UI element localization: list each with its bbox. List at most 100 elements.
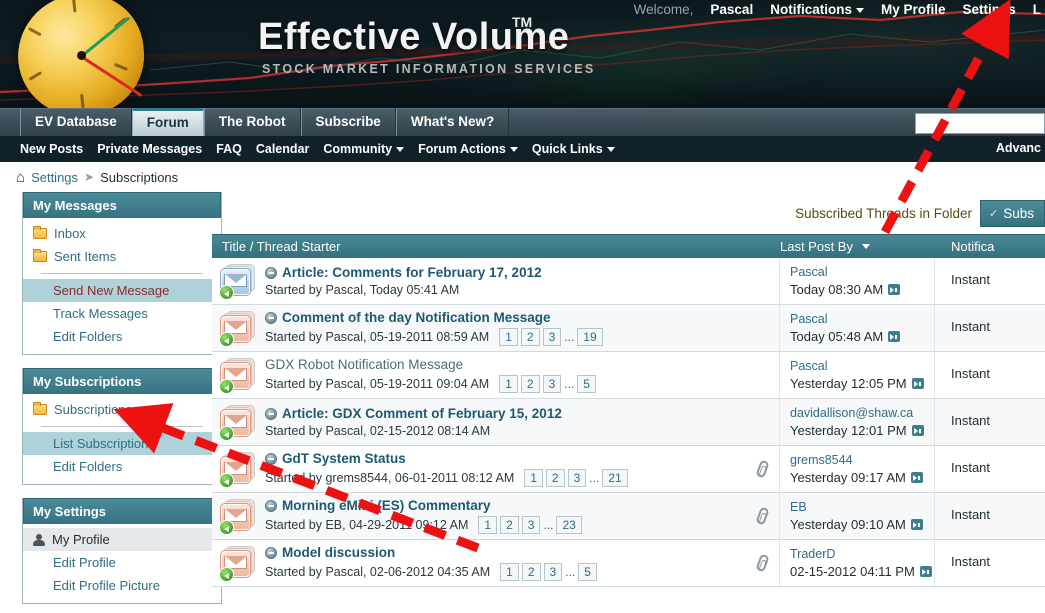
subnav-new-posts[interactable]: New Posts <box>20 142 83 156</box>
page-link[interactable]: 1 <box>499 375 518 393</box>
home-icon[interactable]: ⌂ <box>16 169 25 186</box>
page-link[interactable]: 5 <box>577 375 596 393</box>
thread-title-link[interactable]: Article: GDX Comment of February 15, 201… <box>282 406 562 421</box>
go-to-last-post-icon[interactable] <box>910 519 923 530</box>
table-row[interactable]: Morning eMini (ES) Commentary Started by … <box>212 493 1045 540</box>
thread-title-block: GdT System Status Started by grems8544, 0… <box>265 451 628 487</box>
tab-ev-database[interactable]: EV Database <box>20 108 132 136</box>
table-row[interactable]: GdT System Status Started by grems8544, 0… <box>212 446 1045 493</box>
breadcrumb-settings[interactable]: Settings <box>31 170 78 185</box>
go-to-last-post-icon[interactable] <box>888 284 901 295</box>
thread-title-link[interactable]: Article: Comments for February 17, 2012 <box>282 265 542 280</box>
sidebar-item-sent-items[interactable]: Sent Items <box>23 245 221 268</box>
last-post-cell: davidallison@shaw.ca Yesterday 12:01 PM <box>780 399 935 445</box>
subnav-calendar[interactable]: Calendar <box>256 142 310 156</box>
page-link[interactable]: 3 <box>567 469 587 487</box>
last-post-time-text: Yesterday 09:10 AM <box>790 517 906 532</box>
page-link[interactable]: 1 <box>478 516 498 534</box>
tab-forum[interactable]: Forum <box>131 108 204 136</box>
nav-settings[interactable]: Settings <box>962 2 1015 17</box>
current-user-link[interactable]: Pascal <box>710 2 753 17</box>
thread-title-link[interactable]: Comment of the day Notification Message <box>282 310 551 325</box>
page-link[interactable]: 21 <box>602 469 628 487</box>
tab-the-robot[interactable]: The Robot <box>203 108 301 136</box>
thread-title-link[interactable]: Morning eMini (ES) Commentary <box>282 498 491 513</box>
go-to-last-post-icon[interactable] <box>911 425 924 436</box>
folder-select-dropdown[interactable]: ✓ Subs <box>980 199 1045 227</box>
sidebar-item-my-profile[interactable]: My Profile <box>23 528 221 551</box>
panel-my-subscriptions-title: My Subscriptions <box>23 368 221 394</box>
notification-cell: Instant <box>951 507 991 522</box>
page-link[interactable]: 2 <box>520 375 540 393</box>
page-link[interactable]: 1 <box>500 563 519 581</box>
page-link[interactable]: 3 <box>543 563 563 581</box>
thread-title-link[interactable]: GdT System Status <box>282 451 406 466</box>
page-link[interactable]: 2 <box>521 563 541 581</box>
column-header-title[interactable]: Title / Thread Starter <box>212 239 780 254</box>
subnav-forum-actions[interactable]: Forum Actions <box>418 142 518 156</box>
table-row[interactable]: Article: Comments for February 17, 2012 S… <box>212 258 1045 305</box>
sidebar-item-send-new-message[interactable]: Send New Message <box>23 279 221 302</box>
page-link[interactable]: 1 <box>524 469 543 487</box>
page-link[interactable]: 5 <box>578 563 597 581</box>
tab-subscribe[interactable]: Subscribe <box>300 108 396 136</box>
nav-my-profile[interactable]: My Profile <box>881 2 946 17</box>
table-row[interactable]: Model discussion Started by Pascal, 02-06… <box>212 540 1045 587</box>
table-row[interactable]: Article: GDX Comment of February 15, 201… <box>212 399 1045 446</box>
go-to-last-post-icon[interactable] <box>888 331 901 342</box>
go-to-first-unread-icon[interactable] <box>265 452 277 465</box>
subnav-quick-links[interactable]: Quick Links <box>532 142 615 156</box>
last-post-user-link[interactable]: davidallison@shaw.ca <box>790 406 934 420</box>
go-to-last-post-icon[interactable] <box>911 378 924 389</box>
thread-title-block: Model discussion Started by Pascal, 02-06… <box>265 545 597 581</box>
column-header-notification[interactable]: Notifica <box>935 239 1045 254</box>
page-link[interactable]: 2 <box>520 328 540 346</box>
subnav-faq[interactable]: FAQ <box>216 142 242 156</box>
sidebar-item-list-subscriptions[interactable]: List Subscriptions <box>23 432 221 455</box>
page-link[interactable]: 1 <box>499 328 518 346</box>
subnav-private-messages[interactable]: Private Messages <box>97 142 202 156</box>
search-input[interactable] <box>915 113 1045 134</box>
go-to-last-post-icon[interactable] <box>910 472 923 483</box>
go-to-first-unread-icon[interactable] <box>265 266 277 279</box>
page-link[interactable]: 2 <box>545 469 565 487</box>
sidebar-item-edit-profile-picture[interactable]: Edit Profile Picture <box>23 574 221 597</box>
sidebar-item-edit-folders-messages[interactable]: Edit Folders <box>23 325 221 348</box>
nav-log-out[interactable]: L <box>1033 2 1041 17</box>
go-to-first-unread-icon[interactable] <box>265 499 277 512</box>
page-link[interactable]: 3 <box>542 328 562 346</box>
nav-notifications[interactable]: Notifications <box>770 2 864 17</box>
sidebar-item-subscriptions[interactable]: Subscriptions <box>23 398 221 421</box>
advanced-search-link[interactable]: Advanc <box>996 141 1041 155</box>
last-post-user-link[interactable]: EB <box>790 500 934 514</box>
tab-whats-new[interactable]: What's New? <box>395 108 510 136</box>
sidebar-item-edit-profile[interactable]: Edit Profile <box>23 551 221 574</box>
page-link[interactable]: 19 <box>577 328 603 346</box>
last-post-user-link[interactable]: TraderD <box>790 547 934 561</box>
page-link[interactable]: 3 <box>542 375 562 393</box>
thread-title-block: GDX Robot Notification Message Started by… <box>265 357 596 393</box>
table-row[interactable]: Comment of the day Notification Message S… <box>212 305 1045 352</box>
last-post-user-link[interactable]: Pascal <box>790 265 934 279</box>
column-header-last-post-by[interactable]: Last Post By <box>780 239 935 254</box>
page-link[interactable]: 23 <box>556 516 582 534</box>
go-to-first-unread-icon[interactable] <box>265 311 277 324</box>
thread-title-link[interactable]: Model discussion <box>282 545 395 560</box>
last-post-user-link[interactable]: Pascal <box>790 359 934 373</box>
thread-title-link[interactable]: GDX Robot Notification Message <box>265 357 463 372</box>
last-post-user-link[interactable]: Pascal <box>790 312 934 326</box>
go-to-first-unread-icon[interactable] <box>265 407 277 420</box>
sidebar-item-edit-folders-subs[interactable]: Edit Folders <box>23 455 221 478</box>
page-link[interactable]: 3 <box>521 516 541 534</box>
page-link[interactable]: 2 <box>500 516 519 534</box>
table-row[interactable]: GDX Robot Notification Message Started by… <box>212 352 1045 399</box>
sidebar-item-inbox[interactable]: Inbox <box>23 222 221 245</box>
go-to-last-post-icon[interactable] <box>919 566 932 577</box>
secondary-nav-bar: New Posts Private Messages FAQ Calendar … <box>0 136 1045 162</box>
thread-page-links: 1 2 3... 23 <box>478 516 582 534</box>
subnav-community[interactable]: Community <box>323 142 405 156</box>
go-to-first-unread-icon[interactable] <box>265 546 277 559</box>
last-post-user-link[interactable]: grems8544 <box>790 453 934 467</box>
sidebar-item-edit-folders-messages-label: Edit Folders <box>53 329 123 344</box>
sidebar-item-track-messages[interactable]: Track Messages <box>23 302 221 325</box>
